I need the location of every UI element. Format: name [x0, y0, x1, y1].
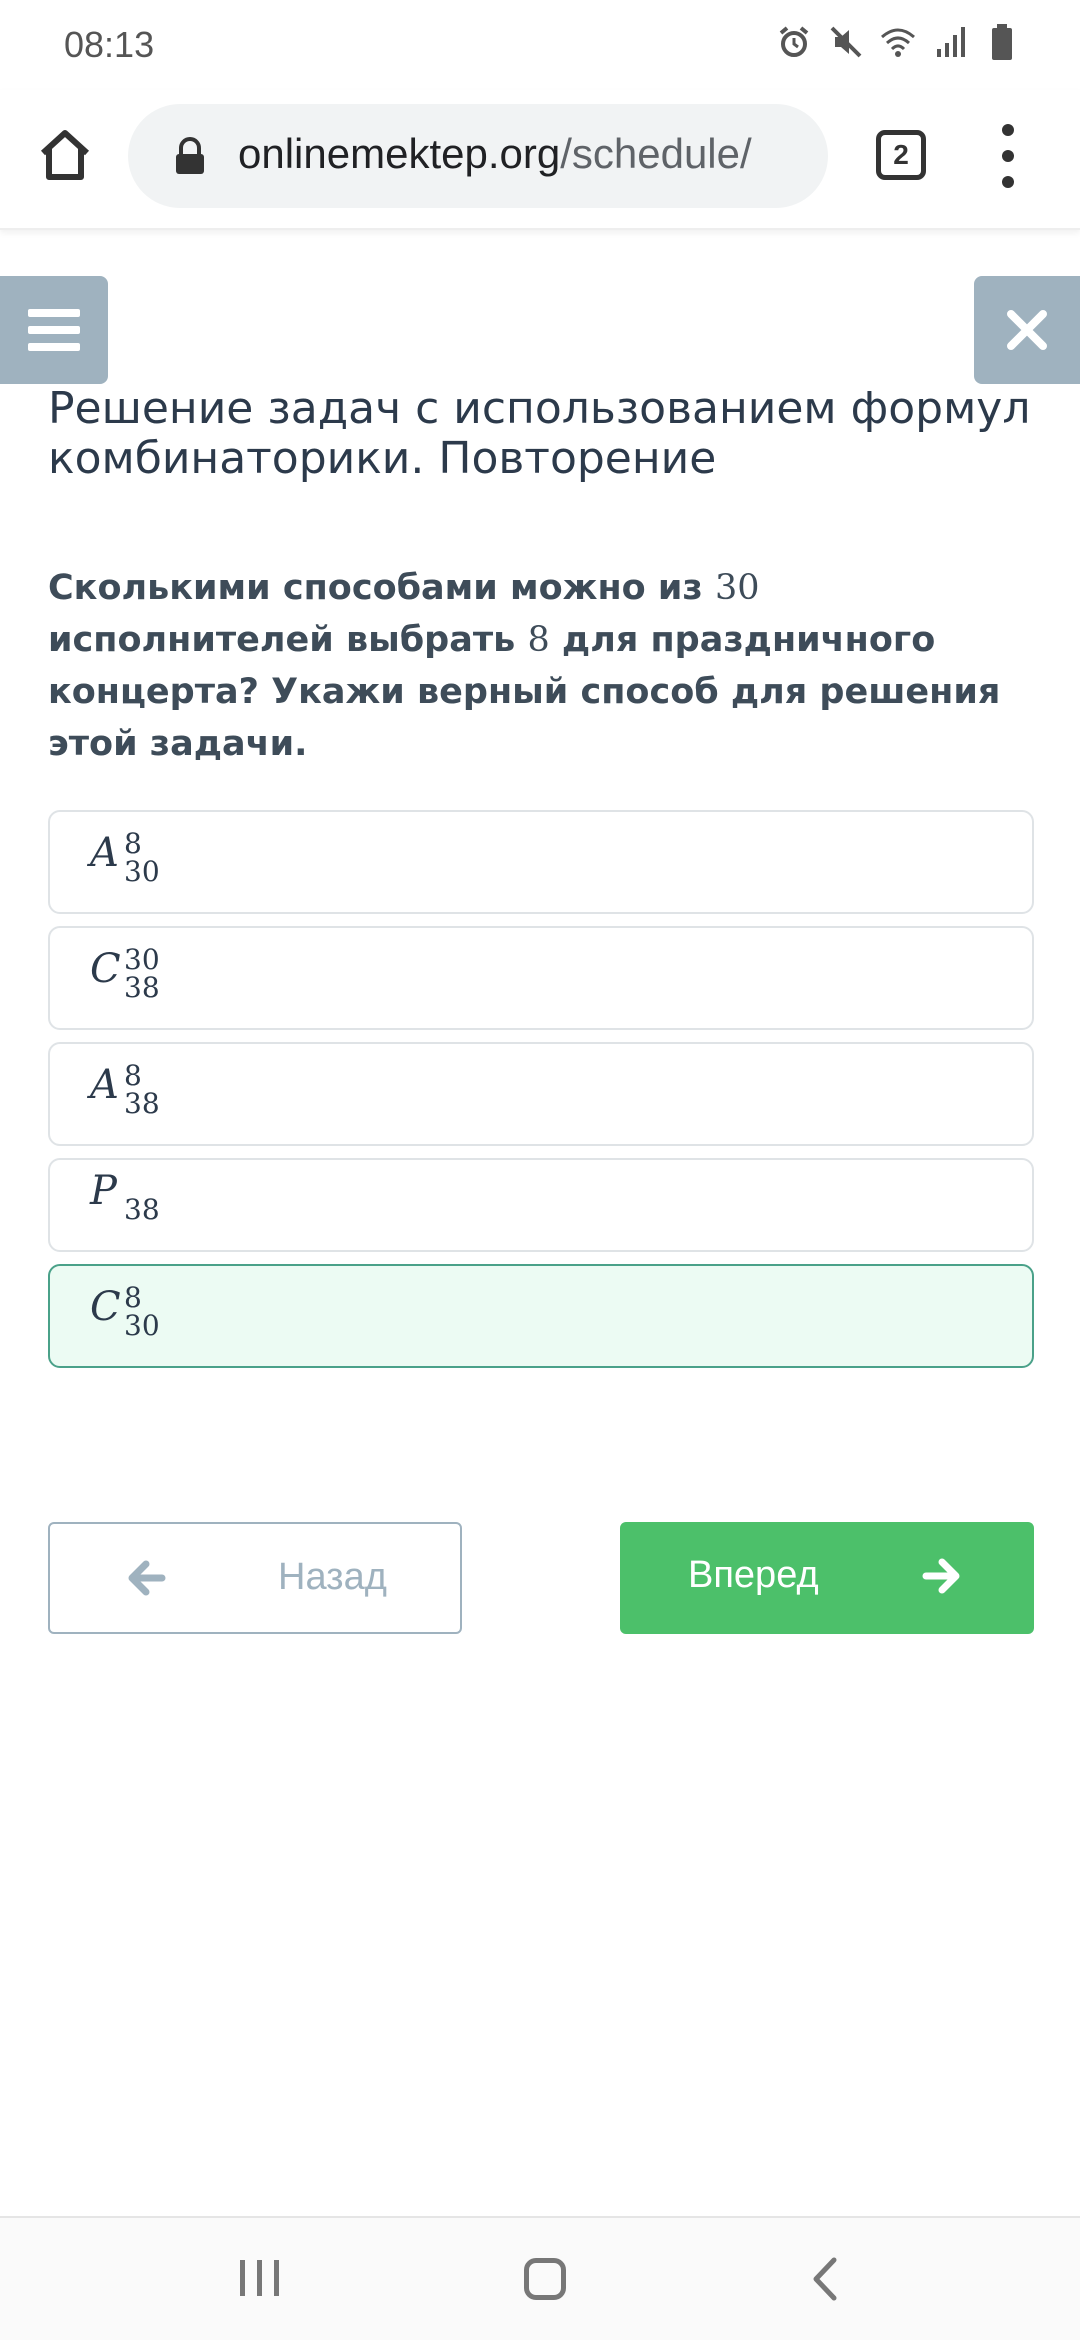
close-button[interactable] [974, 276, 1080, 384]
battery-icon [984, 22, 1020, 62]
lock-icon [176, 137, 204, 174]
option-formula: A 8 38 [90, 1062, 160, 1118]
home-button[interactable] [30, 120, 100, 190]
address-bar[interactable]: onlinemektep.org/schedule/ [128, 104, 828, 208]
formula-base: C [90, 1284, 121, 1330]
hamburger-line [28, 309, 80, 317]
question-part: Сколькими способами можно из [48, 568, 715, 608]
recent-bar [274, 2260, 279, 2296]
status-bar: 08:13 [0, 0, 1080, 90]
menu-dot [1002, 124, 1014, 136]
hamburger-line [28, 326, 80, 334]
url-path: /schedule/ [560, 130, 752, 177]
recent-apps-button[interactable] [240, 2260, 279, 2296]
formula-scripts: 38 [124, 1196, 160, 1224]
formula-sup: 8 [124, 1059, 142, 1092]
formula-sub: 30 [124, 1309, 160, 1342]
lesson-title: Решение задач с использованием формул ко… [48, 383, 1031, 484]
status-icons [776, 22, 1020, 62]
answer-option-4[interactable]: P 38 [48, 1158, 1034, 1252]
formula-scripts: 8 30 [124, 830, 160, 886]
question-part: исполнителей выбрать [48, 620, 528, 660]
question-text: Сколькими способами можно из 30 исполнит… [48, 562, 1038, 770]
option-formula: C 30 38 [90, 946, 160, 1002]
formula-base: A [90, 830, 119, 876]
formula-sub: 38 [124, 1193, 160, 1226]
formula-base: C [90, 946, 121, 992]
back-button[interactable]: Назад [48, 1522, 462, 1634]
menu-dot [1002, 150, 1014, 162]
formula-sup: 8 [124, 1281, 142, 1314]
url-domain: onlinemektep.org [238, 130, 561, 177]
formula-sub: 38 [124, 971, 160, 1004]
answer-option-2[interactable]: C 30 38 [48, 926, 1034, 1030]
next-button-label: Вперед [688, 1554, 819, 1596]
formula-sub: 38 [124, 1087, 160, 1120]
recent-bar [240, 2260, 245, 2296]
formula-base: A [90, 1062, 119, 1108]
system-home-button[interactable] [524, 2258, 566, 2300]
recent-bar [257, 2260, 262, 2296]
question-number: 8 [527, 620, 550, 660]
status-time: 08:13 [64, 24, 155, 65]
sidebar-menu-button[interactable] [0, 276, 108, 384]
next-button[interactable]: Вперед [620, 1522, 1034, 1634]
browser-toolbar: onlinemektep.org/schedule/ 2 [0, 90, 1080, 230]
url-text: onlinemektep.org/schedule/ [238, 130, 752, 178]
arrow-right-icon [922, 1558, 960, 1594]
system-back-icon[interactable] [810, 2256, 840, 2302]
option-formula: C 8 30 [90, 1284, 160, 1340]
wifi-icon [880, 22, 916, 62]
alarm-icon [776, 22, 812, 62]
answer-option-5[interactable]: C 8 30 [48, 1264, 1034, 1368]
close-icon [1007, 310, 1047, 350]
formula-scripts: 8 30 [124, 1284, 160, 1340]
formula-base: P [90, 1168, 117, 1214]
signal-icon [932, 22, 968, 62]
back-button-label: Назад [278, 1556, 387, 1598]
formula-scripts: 8 38 [124, 1062, 160, 1118]
tab-switcher-button[interactable]: 2 [876, 130, 926, 180]
menu-dot [1002, 176, 1014, 188]
formula-sub: 30 [124, 855, 160, 888]
home-icon [40, 130, 90, 180]
option-formula: P 38 [90, 1168, 160, 1224]
question-number: 30 [714, 568, 760, 608]
formula-sup: 8 [124, 827, 142, 860]
answer-option-3[interactable]: A 8 38 [48, 1042, 1034, 1146]
arrow-left-icon [128, 1560, 166, 1596]
formula-sup: 30 [124, 943, 160, 976]
answer-options: A 8 30 C 30 38 A 8 38 P 38 C 8 30 [48, 810, 1034, 1380]
option-formula: A 8 30 [90, 830, 160, 886]
browser-menu-button[interactable] [988, 124, 1028, 188]
mute-icon [828, 22, 864, 62]
answer-option-1[interactable]: A 8 30 [48, 810, 1034, 914]
system-nav-bar [0, 2216, 1080, 2340]
formula-scripts: 30 38 [124, 946, 160, 1002]
hamburger-line [28, 343, 80, 351]
